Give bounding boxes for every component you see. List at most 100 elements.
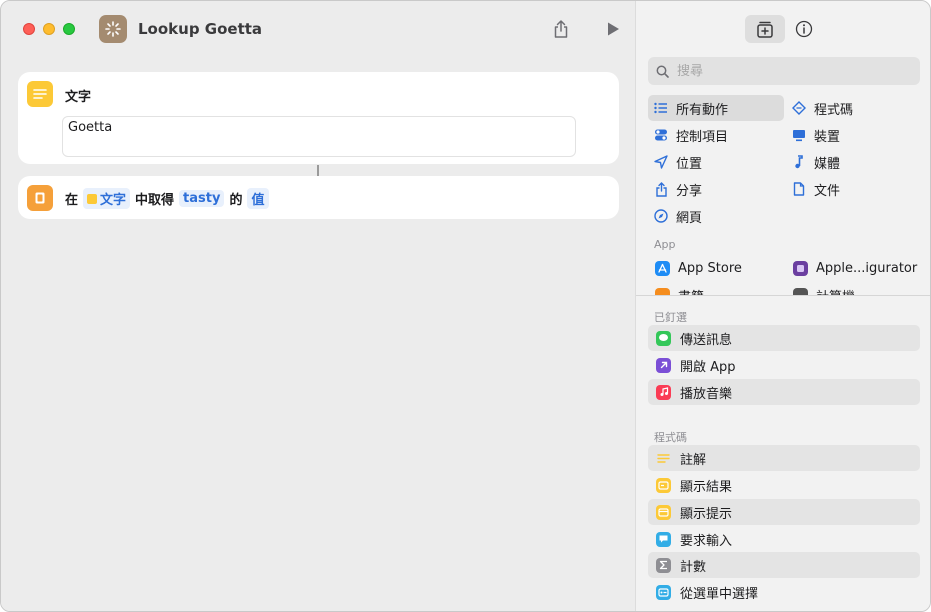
action-count[interactable]: 計數 xyxy=(648,552,920,578)
action-label: 註解 xyxy=(680,452,707,468)
action-show-alert[interactable]: 顯示提示 xyxy=(648,499,920,525)
category-label: 所有動作 xyxy=(676,102,729,118)
show-alert-icon xyxy=(656,504,671,520)
app-store-icon xyxy=(655,260,670,276)
action-label: 傳送訊息 xyxy=(680,332,733,348)
search-icon xyxy=(656,65,669,78)
pinned-section-heading: 已釘選 xyxy=(654,311,687,324)
key-token[interactable]: tasty xyxy=(179,190,225,207)
music-note-icon xyxy=(792,155,806,169)
category-scripting[interactable]: 程式碼 xyxy=(786,95,922,121)
action-comment[interactable]: 註解 xyxy=(648,445,920,471)
get-prefix-text: 在 xyxy=(65,193,79,208)
document-icon xyxy=(792,182,806,196)
sidebar-divider[interactable] xyxy=(636,295,930,296)
text-action-icon xyxy=(27,81,53,107)
category-label: 位置 xyxy=(676,156,703,172)
app-item-label: App Store xyxy=(678,260,742,276)
location-arrow-icon xyxy=(654,155,668,169)
category-label: 媒體 xyxy=(814,156,841,172)
action-label: 播放音樂 xyxy=(680,386,733,402)
text-action-title: 文字 xyxy=(65,90,92,105)
comment-icon xyxy=(656,451,671,466)
action-show-result[interactable]: 顯示結果 xyxy=(648,472,920,498)
action-ask-input[interactable]: 要求輸入 xyxy=(648,526,920,552)
get-middle-text: 中取得 xyxy=(135,193,175,208)
source-token-label: 文字 xyxy=(100,193,127,208)
toggle-icon xyxy=(654,128,668,142)
play-icon xyxy=(608,22,619,36)
compass-icon xyxy=(654,209,668,223)
text-variable-icon xyxy=(87,193,98,204)
shortcuts-window: Lookup Goetta 文字 Goetta 在 文字 中取得 tasty 的… xyxy=(0,0,931,612)
action-label: 要求輸入 xyxy=(680,533,733,549)
get-value-sentence: 在 文字 中取得 tasty 的 值 xyxy=(65,188,269,209)
action-connector xyxy=(317,165,319,176)
category-documents[interactable]: 文件 xyxy=(786,176,922,202)
category-media[interactable]: 媒體 xyxy=(786,149,922,175)
category-web[interactable]: 網頁 xyxy=(648,203,784,229)
category-label: 文件 xyxy=(814,183,841,199)
category-label: 分享 xyxy=(676,183,703,199)
scripting-icon xyxy=(792,101,806,115)
get-dictionary-value-card[interactable]: 在 文字 中取得 tasty 的 值 xyxy=(18,176,619,219)
category-sharing[interactable]: 分享 xyxy=(648,176,784,202)
dictionary-action-icon xyxy=(27,185,53,211)
title-bar: Lookup Goetta xyxy=(1,1,635,57)
app-list-overflow: 書籍 計算機 xyxy=(636,281,930,295)
configurator-icon xyxy=(793,260,808,276)
app-item-app-store[interactable]: App Store xyxy=(655,255,742,281)
category-label: 網頁 xyxy=(676,210,703,226)
action-library-sidebar: 所有動作 程式碼 控制項目 裝置 位置 xyxy=(635,1,930,611)
app-item-calculator[interactable]: 計算機 xyxy=(793,282,855,295)
category-label: 程式碼 xyxy=(814,102,854,118)
action-open-app[interactable]: 開啟 App xyxy=(648,352,920,378)
category-device[interactable]: 裝置 xyxy=(786,122,922,148)
share-button[interactable] xyxy=(549,17,573,41)
choose-menu-icon xyxy=(656,584,671,600)
search-input[interactable] xyxy=(677,63,897,79)
sigma-icon xyxy=(656,557,671,573)
open-app-icon xyxy=(656,357,671,373)
action-search[interactable] xyxy=(648,57,920,85)
app-section-heading: App xyxy=(654,238,676,251)
zoom-window-button[interactable] xyxy=(63,23,75,35)
action-send-message[interactable]: 傳送訊息 xyxy=(648,325,920,351)
window-title: Lookup Goetta xyxy=(138,20,263,38)
scripting-section-heading: 程式碼 xyxy=(654,431,687,444)
app-item-label: Apple...igurator xyxy=(816,260,918,276)
app-item-label: 計算機 xyxy=(816,286,855,296)
action-play-music[interactable]: 播放音樂 xyxy=(648,379,920,405)
source-variable-token[interactable]: 文字 xyxy=(83,188,131,209)
calculator-icon xyxy=(793,287,808,295)
value-token[interactable]: 值 xyxy=(247,188,269,209)
display-icon xyxy=(792,128,806,142)
category-controls[interactable]: 控制項目 xyxy=(648,122,784,148)
app-item-apple-configurator[interactable]: Apple...igurator xyxy=(793,255,917,281)
messages-icon xyxy=(656,330,671,346)
minimize-window-button[interactable] xyxy=(43,23,55,35)
run-button[interactable] xyxy=(601,17,625,41)
category-location[interactable]: 位置 xyxy=(648,149,784,175)
text-content-field[interactable]: Goetta xyxy=(62,116,576,157)
shortcut-icon[interactable] xyxy=(99,15,127,43)
list-icon xyxy=(654,101,668,115)
books-icon xyxy=(655,287,670,295)
category-label: 控制項目 xyxy=(676,129,729,145)
app-item-books[interactable]: 書籍 xyxy=(655,282,704,295)
category-all-actions[interactable]: 所有動作 xyxy=(648,95,784,121)
action-label: 從選單中選擇 xyxy=(680,586,759,602)
action-choose-from-menu[interactable]: 從選單中選擇 xyxy=(648,579,920,605)
add-action-icon xyxy=(757,21,773,38)
music-icon xyxy=(656,384,671,400)
text-action-card[interactable]: 文字 Goetta xyxy=(18,72,619,164)
action-label: 計數 xyxy=(680,559,707,575)
action-label: 顯示提示 xyxy=(680,506,733,522)
info-button[interactable] xyxy=(793,18,815,40)
share-icon xyxy=(554,20,568,38)
close-window-button[interactable] xyxy=(23,23,35,35)
category-label: 裝置 xyxy=(814,129,841,145)
action-label: 開啟 App xyxy=(680,359,736,375)
action-library-button[interactable] xyxy=(745,15,785,43)
action-label: 顯示結果 xyxy=(680,479,733,495)
